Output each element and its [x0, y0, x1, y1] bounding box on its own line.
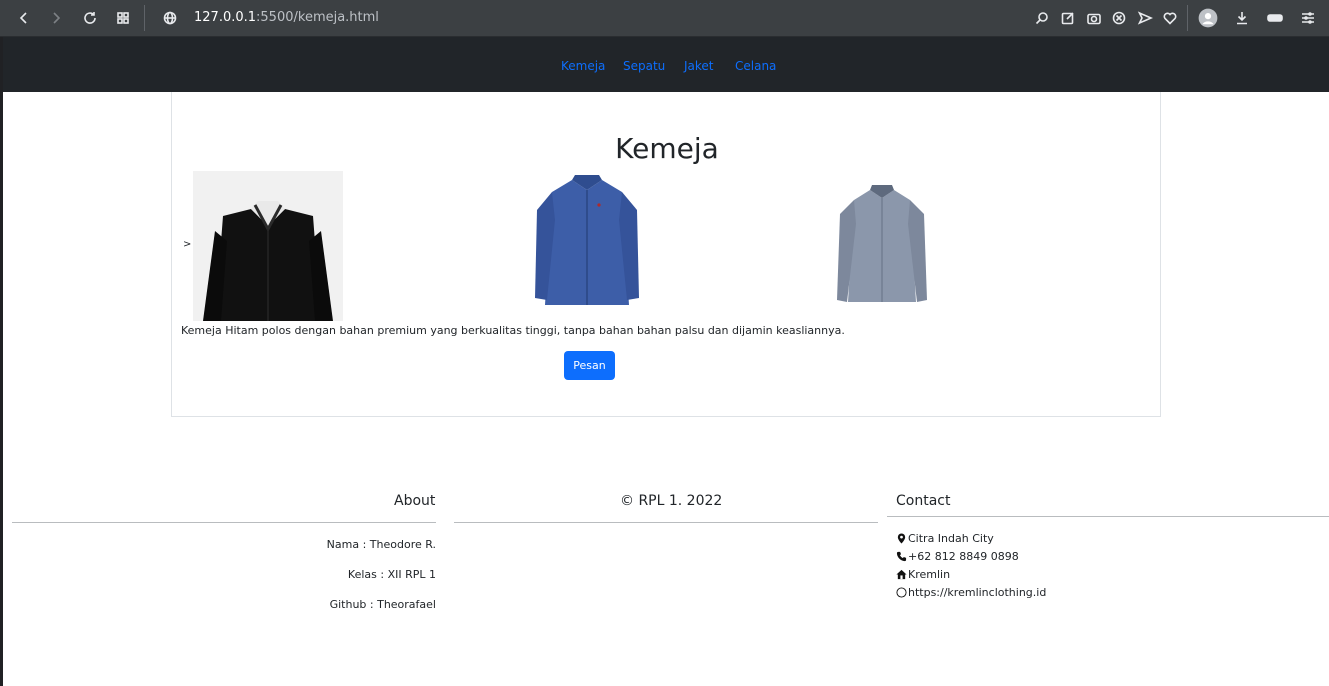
reload-icon[interactable]: [80, 8, 100, 28]
about-class: Kelas : XII RPL 1: [347, 568, 436, 581]
camera-icon[interactable]: [1084, 8, 1104, 28]
contact-address-text: Citra Indah City: [908, 532, 994, 545]
house-icon: [896, 569, 907, 580]
copyright-divider: [454, 522, 878, 523]
toolbar-divider: [1187, 5, 1188, 31]
circle-icon: [896, 587, 907, 598]
battery-icon[interactable]: [1265, 8, 1285, 28]
product-card: Kemeja > Kemeja Hitam polos dengan bahan…: [171, 92, 1161, 417]
globe-icon: [160, 8, 180, 28]
contact-divider: [887, 516, 1329, 517]
profile-avatar-icon[interactable]: [1198, 8, 1218, 28]
browser-toolbar: 127.0.0.1:5500/kemeja.html: [0, 0, 1329, 37]
address-bar[interactable]: 127.0.0.1:5500/kemeja.html: [194, 10, 379, 25]
nav-link-kemeja[interactable]: Kemeja: [561, 59, 605, 73]
url-host: 127.0.0.1: [194, 10, 257, 25]
nav-link-jaket[interactable]: Jaket: [684, 59, 714, 73]
url-path: :5500/kemeja.html: [256, 10, 379, 25]
contact-website-text[interactable]: https://kremlinclothing.id: [908, 586, 1046, 599]
download-icon[interactable]: [1232, 8, 1252, 28]
block-icon[interactable]: [1109, 8, 1129, 28]
about-divider: [12, 522, 436, 523]
send-icon[interactable]: [1135, 8, 1155, 28]
contact-website[interactable]: https://kremlinclothing.id: [896, 586, 1046, 599]
about-heading: About: [394, 493, 436, 509]
black-shirt-image: [193, 171, 343, 321]
edit-icon[interactable]: [1058, 8, 1078, 28]
contact-store: Kremlin: [896, 568, 950, 581]
menu-settings-icon[interactable]: [1298, 8, 1318, 28]
zoom-search-icon[interactable]: [1032, 8, 1052, 28]
tabs-grid-icon[interactable]: [113, 8, 133, 28]
blue-shirt-image: [527, 170, 647, 320]
contact-phone-text: +62 812 8849 0898: [908, 550, 1019, 563]
gray-shirt-image: [832, 182, 932, 307]
page-title: Kemeja: [615, 132, 719, 165]
heart-icon[interactable]: [1160, 8, 1180, 28]
location-pin-icon: [897, 533, 906, 544]
phone-icon: [896, 551, 907, 562]
stray-text: >: [183, 239, 192, 250]
contact-phone: +62 812 8849 0898: [896, 550, 1019, 563]
back-icon[interactable]: [14, 8, 34, 28]
about-github: Github : Theorafael: [329, 598, 436, 611]
contact-address: Citra Indah City: [896, 532, 994, 545]
copyright-text: © RPL 1. 2022: [620, 493, 723, 509]
nav-link-celana[interactable]: Celana: [735, 59, 776, 73]
about-name: Nama : Theodore R.: [326, 538, 436, 551]
order-button[interactable]: Pesan: [564, 351, 615, 380]
product-description: Kemeja Hitam polos dengan bahan premium …: [181, 324, 845, 337]
forward-icon[interactable]: [46, 8, 66, 28]
nav-link-sepatu[interactable]: Sepatu: [623, 59, 665, 73]
site-navbar: Kemeja Sepatu Jaket Celana: [3, 37, 1329, 92]
window-edge: [0, 37, 3, 686]
toolbar-divider: [144, 5, 145, 31]
contact-heading: Contact: [896, 493, 951, 509]
contact-store-text: Kremlin: [908, 568, 951, 581]
